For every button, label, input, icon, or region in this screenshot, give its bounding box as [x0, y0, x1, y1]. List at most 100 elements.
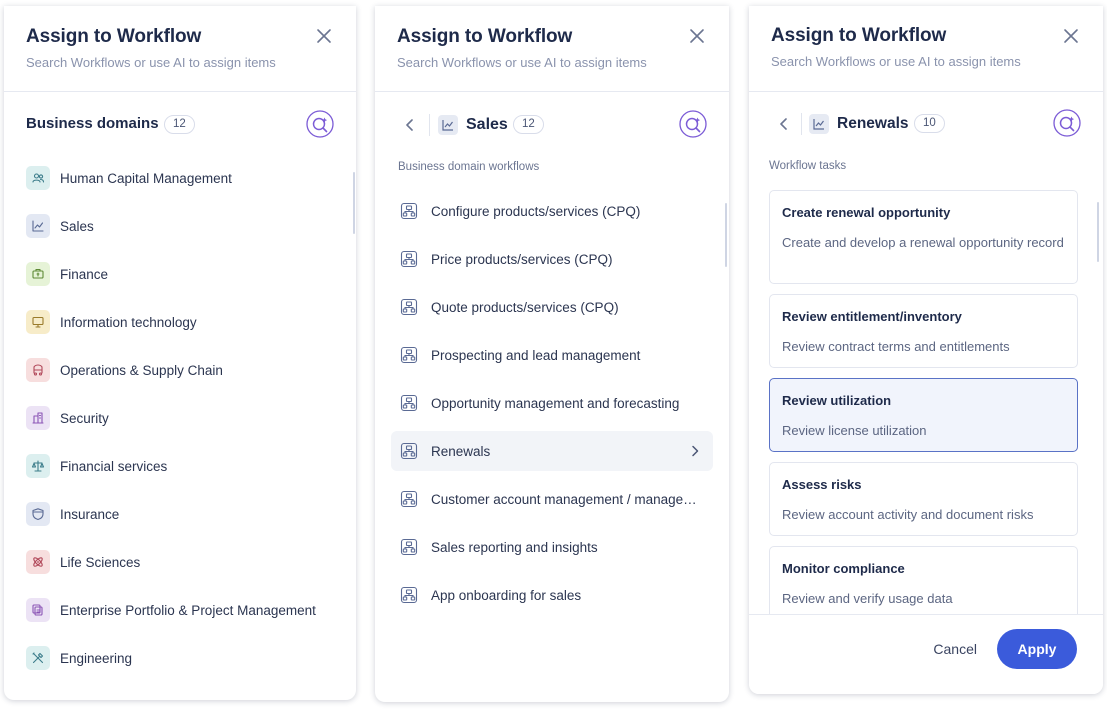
domain-label: Operations & Supply Chain [60, 362, 223, 378]
workflow-label: Opportunity management and forecasting [431, 395, 680, 411]
domain-label: Human Capital Management [60, 170, 232, 186]
cancel-button[interactable]: Cancel [933, 641, 977, 657]
task-title: Create renewal opportunity [782, 205, 951, 220]
domain-item[interactable]: Security [26, 398, 334, 438]
portfolio-icon [26, 598, 50, 622]
task-description: Review contract terms and entitlements [782, 339, 1010, 354]
workflow-icon [399, 585, 419, 605]
apply-button[interactable]: Apply [997, 629, 1077, 669]
workflow-icon [399, 393, 419, 413]
domain-item[interactable]: Life Sciences [26, 542, 334, 582]
atom-icon [26, 550, 50, 574]
ai-assign-icon[interactable] [679, 110, 707, 138]
domain-item[interactable]: Information technology [26, 302, 334, 342]
workflow-label: Sales reporting and insights [431, 539, 598, 555]
business-domains-panel: Assign to Workflow Search Workflows or u… [4, 6, 356, 700]
task-card[interactable]: Assess risks Review account activity and … [769, 462, 1078, 536]
domain-label: Enterprise Portfolio & Project Managemen… [60, 602, 316, 618]
money-icon [26, 262, 50, 286]
workflow-icon [399, 297, 419, 317]
back-chevron-icon[interactable] [773, 113, 795, 135]
workflow-label: Quote products/services (CPQ) [431, 299, 619, 315]
shield-building-icon [26, 406, 50, 430]
scales-icon [26, 454, 50, 478]
list-heading: Workflow tasks [769, 160, 847, 172]
workflow-label: Price products/services (CPQ) [431, 251, 613, 267]
task-count-badge: 10 [914, 114, 945, 133]
domain-label: Information technology [60, 314, 197, 330]
workflow-icon [399, 345, 419, 365]
domain-item[interactable]: Financial services [26, 446, 334, 486]
chevron-right-icon [692, 445, 699, 457]
domain-label: Sales [60, 218, 94, 234]
panel-header: Assign to Workflow Search Workflows or u… [749, 6, 1103, 92]
back-chevron-icon[interactable] [399, 114, 421, 136]
domain-item[interactable]: Operations & Supply Chain [26, 350, 334, 390]
task-title: Review entitlement/inventory [782, 309, 962, 324]
workflow-item[interactable]: Configure products/services (CPQ) [391, 191, 713, 231]
domain-label: Finance [60, 266, 109, 282]
domain-label: Insurance [60, 506, 120, 522]
panel-title: Assign to Workflow [771, 25, 947, 46]
workflow-item[interactable]: Prospecting and lead management [391, 335, 713, 375]
task-card[interactable]: Create renewal opportunity Create and dev… [769, 190, 1078, 284]
domain-item[interactable]: Human Capital Management [26, 158, 334, 198]
scrollbar[interactable] [725, 203, 727, 267]
workflow-item[interactable]: Customer account management / management [391, 479, 713, 519]
workflow-icon [399, 201, 419, 221]
domain-count-badge: 12 [164, 115, 195, 134]
workflow-icon [399, 537, 419, 557]
insurance-shield-icon [26, 502, 50, 526]
breadcrumb-title: Renewals [837, 115, 909, 132]
domain-label: Life Sciences [60, 554, 141, 570]
workflow-label: Customer account management / management [431, 491, 697, 507]
workflow-icon [399, 441, 419, 461]
workflow-item[interactable]: Price products/services (CPQ) [391, 239, 713, 279]
workflow-item[interactable]: Renewals [391, 431, 713, 471]
workflow-label: App onboarding for sales [431, 587, 582, 603]
domain-item[interactable]: Engineering [26, 638, 334, 678]
scrollbar[interactable] [1097, 202, 1099, 262]
panel-title: Assign to Workflow [26, 26, 202, 47]
workflow-icon [399, 489, 419, 509]
close-icon[interactable] [314, 26, 334, 46]
domain-item[interactable]: Insurance [26, 494, 334, 534]
panel-header: Assign to Workflow Search Workflows or u… [4, 6, 356, 92]
tools-icon [26, 646, 50, 670]
task-description: Create and develop a renewal opportunity… [782, 235, 1064, 250]
task-description: Review account activity and document ris… [782, 507, 1034, 522]
workflow-item[interactable]: App onboarding for sales [391, 575, 713, 615]
panel-subtitle: Search Workflows or use AI to assign ite… [771, 54, 1021, 69]
workflow-label: Prospecting and lead management [431, 347, 641, 363]
domain-label: Engineering [60, 650, 133, 666]
workflow-item[interactable]: Quote products/services (CPQ) [391, 287, 713, 327]
domain-label: Security [60, 410, 109, 426]
renewals-tasks-panel: Assign to Workflow Search Workflows or u… [749, 6, 1103, 694]
panel-subtitle: Search Workflows or use AI to assign ite… [26, 55, 276, 70]
scrollbar[interactable] [353, 172, 355, 234]
task-card[interactable]: Review utilization Review license utiliza… [769, 378, 1078, 452]
ai-assign-icon[interactable] [1053, 109, 1081, 137]
domain-item[interactable]: Sales [26, 206, 334, 246]
workflow-icon [399, 249, 419, 269]
sales-workflows-panel: Assign to Workflow Search Workflows or u… [375, 6, 729, 702]
workflow-label: Renewals [431, 443, 491, 459]
domain-label: Financial services [60, 458, 168, 474]
task-card[interactable]: Review entitlement/inventory Review contr… [769, 294, 1078, 368]
panel-footer: Cancel Apply [749, 614, 1103, 694]
section-title: Business domains [26, 115, 159, 132]
workflow-item[interactable]: Opportunity management and forecasting [391, 383, 713, 423]
panel-title: Assign to Workflow [397, 26, 573, 47]
task-description: Review and verify usage data [782, 591, 953, 606]
domain-item[interactable]: Enterprise Portfolio & Project Managemen… [26, 590, 334, 630]
workflow-item[interactable]: Sales reporting and insights [391, 527, 713, 567]
line-chart-icon [26, 214, 50, 238]
panel-subtitle: Search Workflows or use AI to assign ite… [397, 55, 647, 70]
close-icon[interactable] [1061, 26, 1081, 46]
workflow-count-badge: 12 [513, 115, 544, 134]
line-chart-icon [809, 114, 829, 134]
domain-item[interactable]: Finance [26, 254, 334, 294]
close-icon[interactable] [687, 26, 707, 46]
ai-assign-icon[interactable] [306, 110, 334, 138]
monitor-icon [26, 310, 50, 334]
